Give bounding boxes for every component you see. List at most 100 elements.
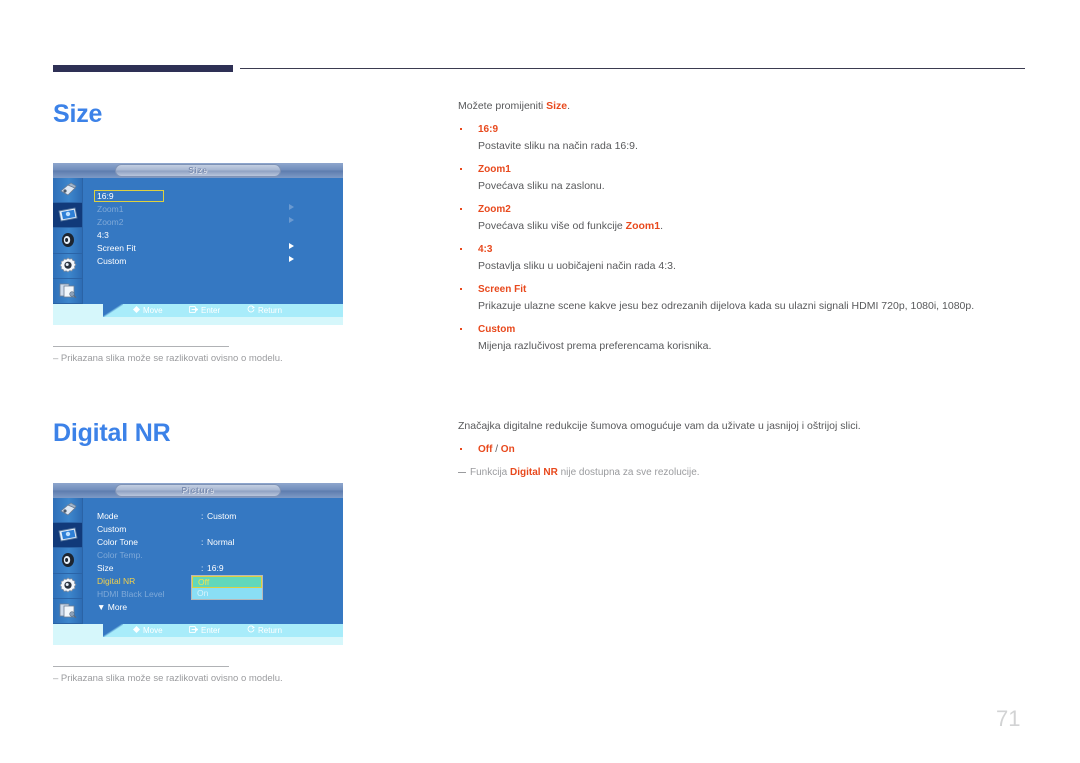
- sound-speaker-icon: [59, 232, 77, 248]
- list-item-desc: Postavlja sliku u uobičajeni način rada …: [478, 260, 676, 272]
- osd-sidebar-size: [53, 178, 83, 304]
- desc-term: Zoom1: [625, 220, 661, 232]
- header-rule-thick: [53, 65, 233, 72]
- sidebar-item-picture[interactable]: [53, 203, 82, 229]
- osd-footer-size: Move Enter Return: [53, 304, 343, 325]
- caption-text-digital-nr: ‒ Prikazana slika može se razlikovati ov…: [53, 673, 283, 684]
- osd-row-label: Zoom1: [97, 204, 124, 214]
- osd-row-label: HDMI Black Level: [97, 589, 165, 599]
- list-item-term: Screen Fit: [478, 284, 527, 295]
- chevron-right-icon: [289, 243, 294, 249]
- intro-prefix: Možete promijeniti: [458, 100, 547, 112]
- osd-row-label: Digital NR: [97, 576, 136, 586]
- dropdown-option-on[interactable]: On: [192, 587, 262, 599]
- sidebar-item-input[interactable]: [53, 178, 82, 204]
- intro-paragraph-size: Možete promijeniti Size.: [458, 99, 1028, 113]
- osd-row-value: Custom: [207, 511, 237, 521]
- osd-sidebar-picture: [53, 498, 83, 624]
- list-item-desc: Prikazuje ulazne scene kakve jesu bez od…: [478, 300, 975, 312]
- caption-rule: [53, 346, 229, 347]
- move-diamond-icon: [133, 624, 140, 637]
- osd-row-sep: :: [201, 511, 204, 521]
- osd-footer-tail: [103, 624, 123, 637]
- picture-monitor-icon: [57, 207, 79, 223]
- list-item: Zoom2 Povećava sliku više od funkcije Zo…: [458, 203, 1028, 233]
- note-digital-nr: Funkcija Digital NR nije dostupna za sve…: [458, 466, 1028, 480]
- osd-row-label: Custom: [97, 524, 127, 534]
- bullet-icon: [460, 128, 462, 130]
- osd-body-size: 16:9 Zoom1 Zoom2 4:3 Screen Fit Custom: [83, 178, 343, 304]
- term-slash: /: [492, 444, 501, 455]
- osd-title-size: Size: [115, 164, 281, 177]
- osd-row-value: Normal: [207, 537, 235, 547]
- sidebar-item-multicontrol[interactable]: [53, 599, 82, 624]
- osd-row-label: 16:9: [97, 191, 114, 201]
- osd-hint-move: Move: [133, 304, 163, 317]
- osd-hint-return: Return: [247, 304, 282, 317]
- input-plug-icon: [58, 502, 78, 518]
- dropdown-option-off[interactable]: Off: [192, 576, 262, 588]
- desc-prefix: Povećava sliku više od funkcije: [478, 220, 626, 232]
- return-arrow-icon: [247, 624, 255, 637]
- osd-body-picture: Mode : Custom Custom Color Tone : Normal…: [83, 498, 343, 624]
- list-item-term: Custom: [478, 324, 516, 335]
- return-arrow-icon: [247, 304, 255, 317]
- list-item: Screen Fit Prikazuje ulazne scene kakve …: [458, 283, 1028, 313]
- osd-row-label: Color Tone: [97, 537, 138, 547]
- osd-row-label: Color Temp.: [97, 550, 143, 560]
- multicontrol-pages-icon: [58, 282, 78, 299]
- list-item-term: Zoom2: [478, 204, 511, 215]
- osd-hint-enter-label: Enter: [201, 626, 221, 635]
- bullet-icon: [460, 288, 462, 290]
- osd-row-sep: :: [201, 563, 204, 573]
- osd-hint-return: Return: [247, 624, 282, 637]
- sidebar-item-picture[interactable]: [53, 523, 82, 549]
- header-rule-thin: [240, 68, 1025, 69]
- sidebar-item-multicontrol[interactable]: [53, 279, 82, 304]
- list-item: Custom Mijenja razlučivost prema prefere…: [458, 323, 1028, 353]
- osd-row-value: 16:9: [207, 563, 224, 573]
- osd-row-label: Custom: [97, 256, 127, 266]
- description-column-size: Možete promijeniti Size. 16:9 Postavite …: [458, 99, 1028, 363]
- list-item-term: Zoom1: [478, 164, 511, 175]
- chevron-right-icon: [289, 256, 294, 262]
- desc-suffix: .: [660, 220, 663, 232]
- digital-nr-dropdown[interactable]: Off On: [191, 575, 263, 600]
- list-item-desc: Povećava sliku više od funkcije Zoom1.: [478, 219, 1028, 233]
- osd-row-label: Mode: [97, 511, 119, 521]
- osd-row-more: ▼ More: [97, 602, 128, 612]
- osd-titlebar: Picture: [53, 483, 343, 498]
- bullet-icon: [460, 248, 462, 250]
- multicontrol-pages-icon: [58, 602, 78, 619]
- osd-footer-picture: Move Enter Return: [53, 624, 343, 645]
- list-item: 16:9 Postavite sliku na način rada 16:9.: [458, 123, 1028, 153]
- list-item-desc: Postavite sliku na način rada 16:9.: [478, 140, 638, 152]
- sidebar-item-setup[interactable]: [53, 254, 82, 279]
- list-item: 4:3 Postavlja sliku u uobičajeni način r…: [458, 243, 1028, 273]
- osd-hint-return-label: Return: [258, 626, 283, 635]
- note-suffix: nije dostupna za sve rezolucije.: [557, 467, 700, 478]
- chevron-right-icon: [289, 217, 294, 223]
- list-item-desc: Povećava sliku na zaslonu.: [478, 180, 605, 192]
- osd-title-picture: Picture: [115, 484, 281, 497]
- osd-row-label: 4:3: [97, 230, 109, 240]
- osd-screenshot-size: Size 16:9 Zoom1 Zoom2 4:3 Screen Fit Cus…: [53, 163, 343, 325]
- list-item-term: 4:3: [478, 244, 493, 255]
- osd-hint-move: Move: [133, 624, 163, 637]
- note-prefix: Funkcija: [470, 467, 511, 478]
- osd-hint-enter-label: Enter: [201, 306, 221, 315]
- sidebar-item-input[interactable]: [53, 498, 82, 524]
- chevron-right-icon: [289, 204, 294, 210]
- note-term: Digital NR: [510, 467, 558, 478]
- osd-row-label: Screen Fit: [97, 243, 136, 253]
- sidebar-item-setup[interactable]: [53, 574, 82, 599]
- input-plug-icon: [58, 182, 78, 198]
- list-item: Zoom1 Povećava sliku na zaslonu.: [458, 163, 1028, 193]
- bullet-icon: [460, 328, 462, 330]
- bullet-icon: [460, 448, 462, 450]
- intro-suffix: .: [567, 100, 571, 112]
- sidebar-item-sound[interactable]: [53, 228, 82, 254]
- sidebar-item-sound[interactable]: [53, 548, 82, 574]
- list-item-term: Off / On: [478, 443, 1028, 456]
- osd-hint-move-label: Move: [143, 306, 163, 315]
